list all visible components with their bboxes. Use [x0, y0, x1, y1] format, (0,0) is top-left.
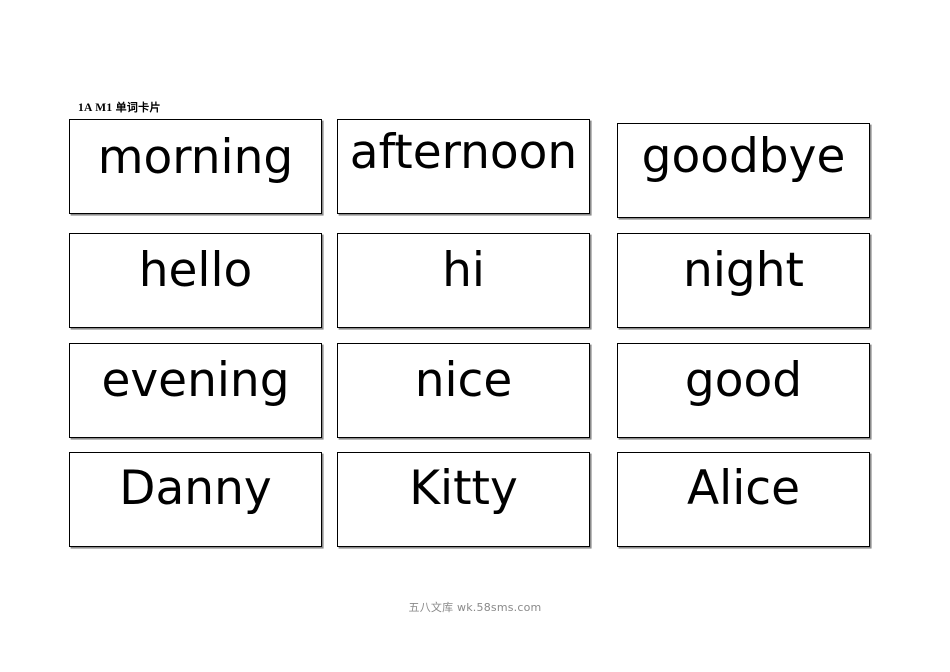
word-card-label: Kitty	[409, 461, 518, 516]
word-card-alice[interactable]: Alice	[617, 452, 870, 547]
word-card-label: goodbye	[641, 129, 846, 184]
word-card-morning[interactable]: morning	[69, 119, 322, 214]
card-row: hello hi night	[69, 233, 879, 328]
word-card-kitty[interactable]: Kitty	[337, 452, 590, 547]
word-card-night[interactable]: night	[617, 233, 870, 328]
word-card-label: nice	[414, 353, 513, 408]
page-title-chinese: 单词卡片	[115, 101, 161, 114]
word-card-evening[interactable]: evening	[69, 343, 322, 438]
word-card-label: Danny	[119, 461, 272, 516]
word-card-label: Alice	[686, 461, 801, 516]
word-card-label: evening	[101, 353, 290, 408]
card-row: Danny Kitty Alice	[69, 452, 879, 547]
word-card-danny[interactable]: Danny	[69, 452, 322, 547]
word-card-good[interactable]: good	[617, 343, 870, 438]
card-row: morning afternoon goodbye	[69, 119, 879, 218]
word-card-afternoon[interactable]: afternoon	[337, 119, 590, 214]
card-row: evening nice good	[69, 343, 879, 438]
word-card-label: night	[683, 243, 804, 298]
page-title-code: 1A M1	[78, 102, 116, 114]
word-card-hello[interactable]: hello	[69, 233, 322, 328]
word-card-label: hi	[442, 243, 485, 298]
word-card-page: 1A M1 单词卡片 morning afternoon goodbye hel…	[0, 0, 950, 672]
word-card-label: afternoon	[349, 125, 578, 180]
word-card-label: hello	[138, 243, 253, 298]
word-card-hi[interactable]: hi	[337, 233, 590, 328]
page-title: 1A M1 单词卡片	[78, 101, 161, 115]
word-card-label: morning	[97, 130, 294, 185]
word-card-goodbye[interactable]: goodbye	[617, 123, 870, 218]
word-card-label: good	[684, 353, 803, 408]
watermark: 五八文库 wk.58sms.com	[408, 601, 542, 614]
word-card-grid: morning afternoon goodbye hello hi night…	[69, 119, 879, 547]
word-card-nice[interactable]: nice	[337, 343, 590, 438]
